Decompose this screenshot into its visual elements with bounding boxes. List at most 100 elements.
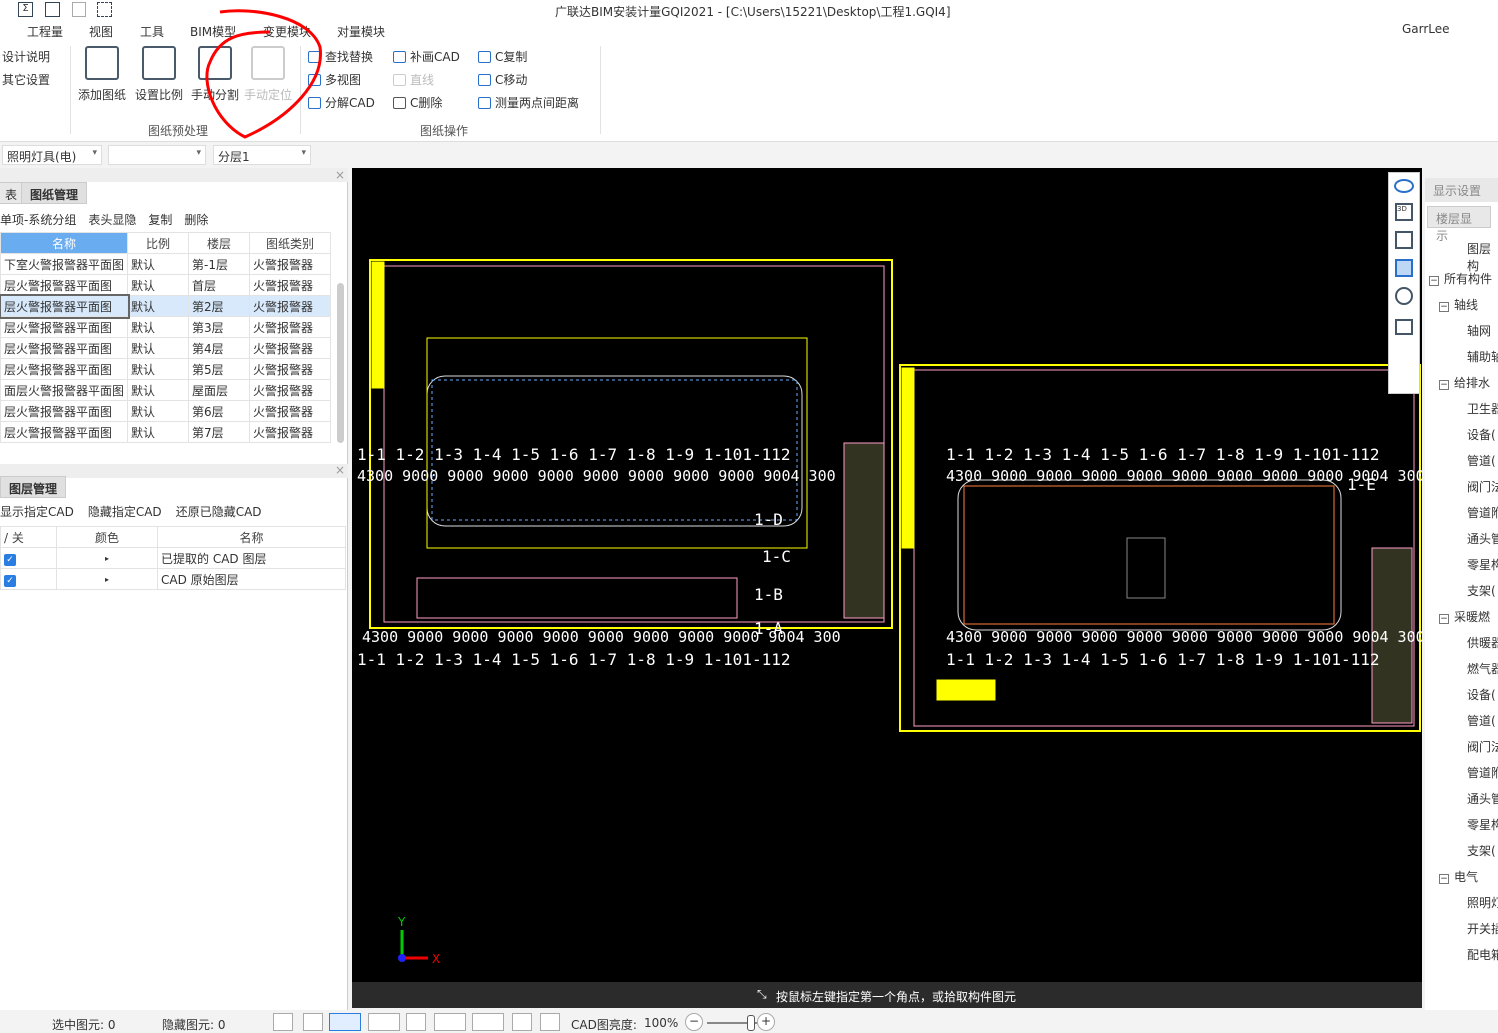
table-row[interactable]: 层火警报警器平面图 默认 第4层 火警报警器 bbox=[0, 337, 331, 359]
table-cell[interactable]: 第4层 bbox=[188, 337, 251, 359]
secondary-select[interactable] bbox=[108, 145, 206, 165]
table-cell[interactable]: 火警报警器 bbox=[249, 295, 331, 317]
c-delete-button[interactable]: C删除 bbox=[393, 94, 442, 111]
table-cell[interactable]: 层火警报警器平面图 bbox=[0, 421, 129, 443]
zoom-out-icon[interactable]: − bbox=[685, 1013, 703, 1031]
ellipse-icon[interactable] bbox=[1394, 179, 1414, 193]
table-cell[interactable]: 第3层 bbox=[188, 316, 251, 338]
tree-item[interactable]: 支架( bbox=[1467, 842, 1496, 859]
table-cell[interactable]: 火警报警器 bbox=[249, 421, 331, 443]
table-cell[interactable]: 默认 bbox=[127, 379, 190, 401]
tree-item[interactable]: 辅助轴 bbox=[1467, 348, 1498, 365]
col-floor[interactable]: 楼层 bbox=[188, 232, 251, 254]
tree-item[interactable]: 通头管 bbox=[1467, 530, 1498, 547]
table-cell[interactable]: 默认 bbox=[127, 295, 190, 317]
table-cell[interactable]: 第-1层 bbox=[188, 253, 251, 275]
box-view-icon[interactable] bbox=[1395, 231, 1413, 249]
close-icon[interactable]: × bbox=[335, 463, 345, 477]
c-move-button[interactable]: C移动 bbox=[478, 71, 527, 88]
collapse-icon[interactable]: − bbox=[1439, 614, 1449, 624]
table-cell[interactable]: 层火警报警器平面图 bbox=[0, 358, 129, 380]
collapse-icon[interactable]: − bbox=[1439, 302, 1449, 312]
tree-item[interactable]: 开关插 bbox=[1467, 920, 1498, 937]
tree-item[interactable]: 零星构 bbox=[1467, 816, 1498, 833]
table-cell[interactable]: 第5层 bbox=[188, 358, 251, 380]
tab-drawing-management[interactable]: 图纸管理 bbox=[21, 182, 88, 204]
sum-icon[interactable]: Σ bbox=[18, 2, 33, 17]
table-row[interactable]: 层火警报警器平面图 默认 首层 火警报警器 bbox=[0, 274, 331, 296]
table-cell[interactable]: 默认 bbox=[127, 421, 190, 443]
col-name[interactable]: 名称 bbox=[0, 232, 129, 254]
expand-arrow-icon[interactable]: ▸ bbox=[56, 547, 158, 569]
table-row[interactable]: 下室火警报警器平面图 默认 第-1层 火警报警器 bbox=[0, 253, 331, 275]
scrollbar[interactable] bbox=[337, 283, 344, 443]
component-type-select[interactable]: 照明灯具(电) bbox=[2, 145, 102, 165]
tree-item[interactable]: 支架( bbox=[1467, 582, 1496, 599]
table-cell[interactable]: 默认 bbox=[127, 337, 190, 359]
measure-distance-button[interactable]: 测量两点间距离 bbox=[478, 94, 579, 111]
cube-icon[interactable] bbox=[368, 1013, 400, 1031]
grid-icon[interactable] bbox=[45, 2, 60, 17]
tree-item[interactable]: 卫生器 bbox=[1467, 400, 1498, 417]
tree-item[interactable]: 管道附 bbox=[1467, 504, 1498, 521]
table-row[interactable]: 面层火警报警器平面图 默认 屋面层 火警报警器 bbox=[0, 379, 331, 401]
table-cell[interactable]: 层火警报警器平面图 bbox=[0, 274, 129, 296]
expand-arrow-icon[interactable]: ▸ bbox=[56, 568, 158, 590]
table-cell[interactable]: 默认 bbox=[127, 316, 190, 338]
table-cell[interactable]: 第7层 bbox=[188, 421, 251, 443]
collapse-icon[interactable]: − bbox=[1429, 276, 1439, 286]
layer-split-select[interactable]: 分层1 bbox=[213, 145, 311, 165]
header-toggle-button[interactable]: 表头显隐 bbox=[88, 211, 136, 228]
tab-layer-management[interactable]: 图层管理 bbox=[0, 476, 67, 498]
menu-engineering-quantity[interactable]: 工程量 bbox=[27, 23, 63, 40]
tree-item[interactable]: − 给排水 bbox=[1439, 374, 1490, 391]
tree-item[interactable]: 管道附 bbox=[1467, 764, 1498, 781]
layer-row[interactable]: ✓ ▸ CAD 原始图层 bbox=[0, 568, 346, 590]
table-cell[interactable]: 下室火警报警器平面图 bbox=[0, 253, 129, 275]
display-list-icon[interactable] bbox=[1395, 319, 1413, 335]
tree-item[interactable]: 设备( bbox=[1467, 686, 1496, 703]
dimension-icon[interactable] bbox=[472, 1013, 504, 1031]
tab-display-settings[interactable]: 显示设置 bbox=[1425, 178, 1498, 202]
table-cell[interactable]: 屋面层 bbox=[188, 379, 251, 401]
restore-cad-button[interactable]: 还原已隐藏CAD bbox=[176, 503, 262, 520]
tree-item[interactable]: 阀门法 bbox=[1467, 478, 1498, 495]
table-cell[interactable]: 层火警报警器平面图 bbox=[0, 293, 130, 319]
tree-item[interactable]: 照明灯 bbox=[1467, 894, 1498, 911]
cad-canvas[interactable]: 1-1 1-2 1-3 1-4 1-5 1-6 1-7 1-8 1-9 1-10… bbox=[352, 168, 1422, 982]
group-by-select[interactable]: 单项-系统分组 bbox=[0, 211, 76, 228]
table-cell[interactable]: 层火警报警器平面图 bbox=[0, 400, 129, 422]
tree-item[interactable]: − 电气 bbox=[1439, 868, 1478, 885]
checkbox[interactable]: ✓ bbox=[4, 553, 16, 566]
slider-thumb[interactable] bbox=[747, 1015, 755, 1031]
tree-item[interactable]: 配电箱 bbox=[1467, 946, 1498, 963]
other-settings-button[interactable]: 其它设置 bbox=[2, 71, 50, 88]
3d-view-icon[interactable]: 3D bbox=[1395, 203, 1413, 221]
table-row[interactable]: 层火警报警器平面图 默认 第7层 火警报警器 bbox=[0, 421, 331, 443]
menu-view[interactable]: 视图 bbox=[89, 23, 113, 40]
table-cell[interactable]: 火警报警器 bbox=[249, 337, 331, 359]
col-category[interactable]: 图纸类别 bbox=[249, 232, 331, 254]
draw-cad-button[interactable]: 补画CAD bbox=[393, 48, 460, 65]
tree-item[interactable]: 阀门法 bbox=[1467, 738, 1498, 755]
ortho-icon[interactable] bbox=[303, 1013, 323, 1031]
cross-icon[interactable] bbox=[406, 1013, 426, 1031]
show-cad-button[interactable]: 显示指定CAD bbox=[0, 503, 74, 520]
close-icon[interactable]: × bbox=[335, 168, 345, 182]
angle-icon[interactable] bbox=[434, 1013, 466, 1031]
table-row[interactable]: 层火警报警器平面图 默认 第5层 火警报警器 bbox=[0, 358, 331, 380]
tree-item[interactable]: 管道( bbox=[1467, 452, 1496, 469]
tree-item[interactable]: − 采暖燃 bbox=[1439, 608, 1490, 625]
group-label-drawing-ops[interactable]: 图纸操作 bbox=[420, 122, 468, 139]
table-cell[interactable]: 默认 bbox=[127, 400, 190, 422]
tree-item[interactable]: 管道( bbox=[1467, 712, 1496, 729]
table-cell[interactable]: 第2层 bbox=[188, 295, 251, 317]
layout-icon[interactable] bbox=[273, 1013, 293, 1031]
table-cell[interactable]: 火警报警器 bbox=[249, 253, 331, 275]
table-cell[interactable]: 面层火警报警器平面图 bbox=[0, 379, 129, 401]
curve-icon[interactable] bbox=[540, 1013, 560, 1031]
collapse-icon[interactable]: − bbox=[1439, 874, 1449, 884]
tab-floor-display[interactable]: 楼层显示 bbox=[1427, 206, 1491, 243]
add-drawing-button[interactable]: 添加图纸 bbox=[74, 46, 130, 103]
design-notes-button[interactable]: 设计说明 bbox=[2, 48, 50, 65]
